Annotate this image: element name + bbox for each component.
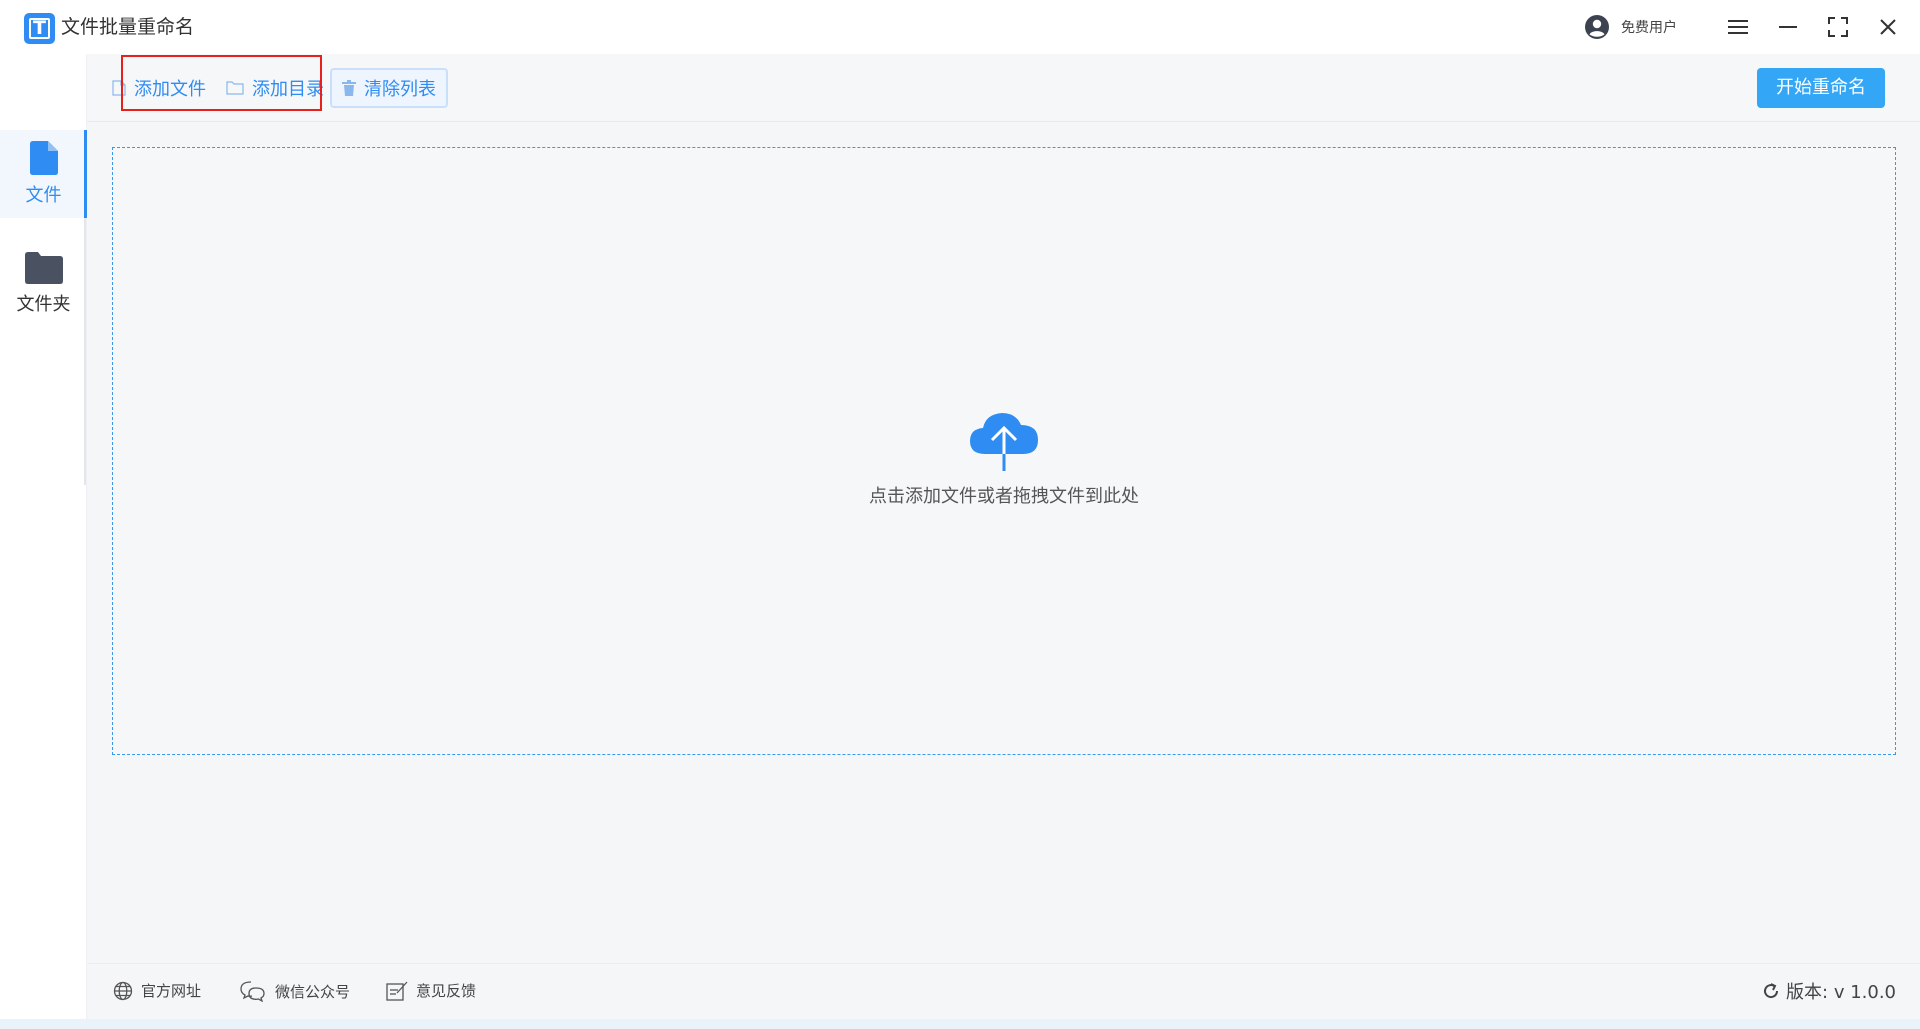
user-account[interactable]: 免费用户 xyxy=(1584,14,1677,40)
feedback-link[interactable]: 意见反馈 xyxy=(386,980,476,1001)
app-logo-icon: T xyxy=(24,13,55,44)
feedback-label: 意见反馈 xyxy=(416,982,477,1000)
drop-hint-text: 点击添加文件或者拖拽文件到此处 xyxy=(869,486,1139,507)
fullscreen-icon xyxy=(1828,17,1848,37)
version-label: 版本: v 1.0.0 xyxy=(1786,982,1896,1003)
website-link[interactable]: 官方网址 xyxy=(113,980,201,1001)
wechat-label: 微信公众号 xyxy=(275,982,351,1001)
close-button[interactable] xyxy=(1873,12,1903,42)
sidebar: 文件 文件夹 xyxy=(0,54,87,1019)
clear-list-button[interactable]: 清除列表 xyxy=(330,68,448,108)
maximize-button[interactable] xyxy=(1823,12,1853,42)
refresh-icon xyxy=(1764,983,1779,999)
sidebar-item-label: 文件夹 xyxy=(16,294,71,315)
globe-icon xyxy=(113,981,133,1000)
folder-icon xyxy=(24,252,63,284)
app-logo-letter: T xyxy=(33,17,46,39)
version-info[interactable]: 版本: v 1.0.0 xyxy=(1762,978,1896,1004)
close-icon xyxy=(1880,19,1896,35)
user-avatar-icon xyxy=(1585,15,1609,39)
menu-icon xyxy=(1728,20,1748,34)
file-icon xyxy=(29,141,58,175)
wechat-icon xyxy=(240,981,265,1002)
sidebar-item-file[interactable]: 文件 xyxy=(0,130,87,218)
main-area: 添加文件 添加目录 清除列表 开始重命名 点击添加文件或者拖拽文件到此处 xyxy=(87,54,1920,1019)
add-file-label: 添加文件 xyxy=(134,79,206,100)
feedback-icon xyxy=(386,981,408,1001)
add-file-button[interactable]: 添加文件 xyxy=(112,68,206,108)
bottom-strip xyxy=(0,1019,1920,1029)
minimize-button[interactable] xyxy=(1773,12,1803,42)
title-bar: T 文件批量重命名 免费用户 xyxy=(0,0,1920,54)
drop-zone-content: 点击添加文件或者拖拽文件到此处 xyxy=(113,408,1895,508)
cloud-upload-icon xyxy=(970,413,1038,471)
minimize-icon xyxy=(1779,26,1797,28)
footer: 官方网址 微信公众号 意见反馈 版本: v 1.0.0 xyxy=(87,963,1920,1019)
website-label: 官方网址 xyxy=(141,982,202,1000)
file-outline-icon xyxy=(112,80,126,96)
user-label: 免费用户 xyxy=(1621,20,1677,36)
add-directory-button[interactable]: 添加目录 xyxy=(226,68,324,108)
clear-list-label: 清除列表 xyxy=(364,79,436,100)
trash-icon xyxy=(342,80,356,96)
menu-button[interactable] xyxy=(1723,12,1753,42)
sidebar-item-folder[interactable]: 文件夹 xyxy=(0,240,87,328)
app-title: 文件批量重命名 xyxy=(61,16,195,38)
toolbar: 添加文件 添加目录 清除列表 开始重命名 xyxy=(87,54,1920,122)
add-directory-label: 添加目录 xyxy=(252,79,324,100)
folder-outline-icon xyxy=(226,81,244,95)
file-drop-zone[interactable]: 点击添加文件或者拖拽文件到此处 xyxy=(112,147,1896,755)
sidebar-item-label: 文件 xyxy=(25,185,62,206)
wechat-link[interactable]: 微信公众号 xyxy=(239,980,350,1002)
start-rename-button[interactable]: 开始重命名 xyxy=(1757,68,1885,108)
